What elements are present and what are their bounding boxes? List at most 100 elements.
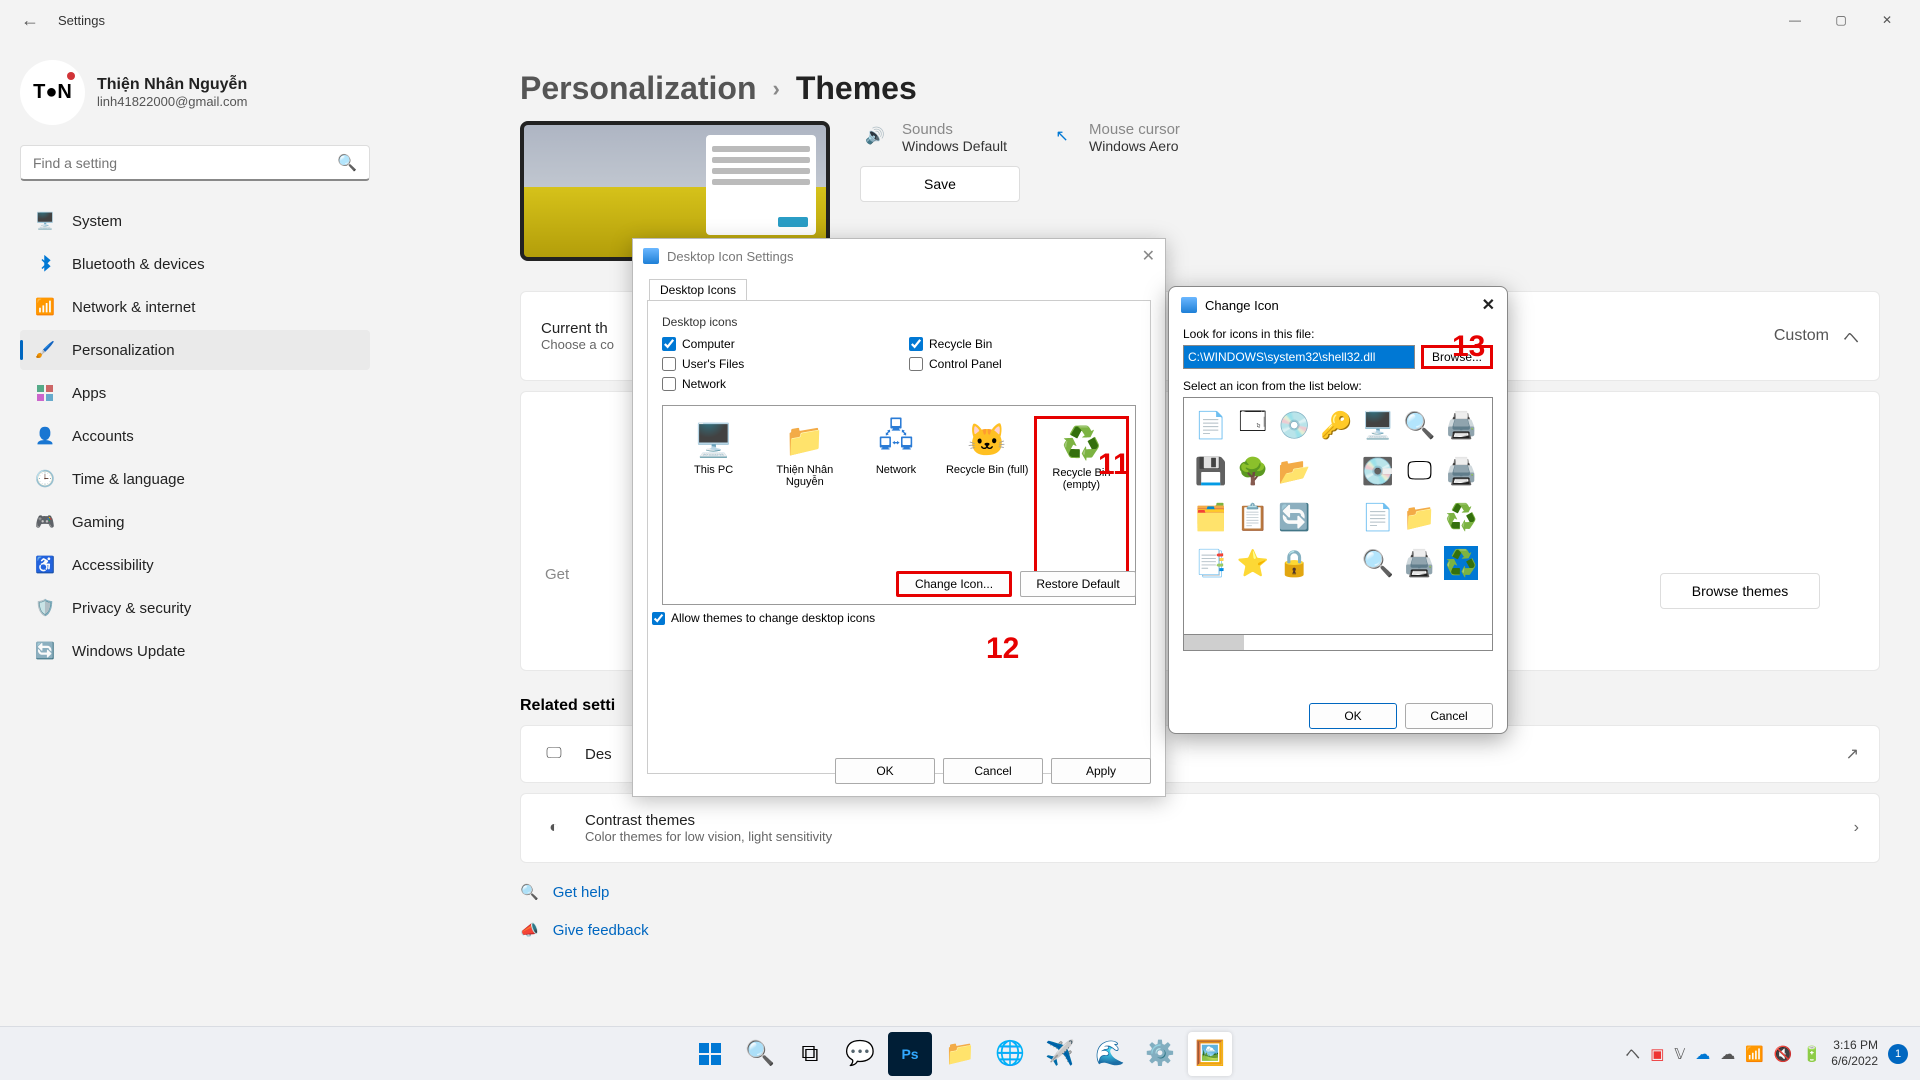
check-control-panel[interactable]: Control Panel [909,357,1136,371]
chevron-up-icon[interactable]: ヘ [1843,324,1859,348]
grid-icon[interactable]: 💽 [1361,454,1395,488]
cancel-button[interactable]: Cancel [1405,703,1493,729]
breadcrumb-parent[interactable]: Personalization [520,70,757,107]
icon-recycle-empty[interactable]: ♻️Recycle Bin (empty) [1034,416,1129,594]
grid-icon[interactable]: 🔍 [1403,408,1437,442]
checkbox-userfiles[interactable] [662,357,676,371]
sidebar-item-time[interactable]: 🕒Time & language [20,459,370,499]
check-computer[interactable]: Computer [662,337,889,351]
sidebar-item-privacy[interactable]: 🛡️Privacy & security [20,588,370,628]
grid-icon[interactable]: ♻️ [1444,500,1478,534]
taskbar-clock[interactable]: 3:16 PM 6/6/2022 [1831,1038,1878,1069]
dialog-close-button[interactable]: ✕ [1142,246,1155,266]
sidebar-item-system[interactable]: 🖥️System [20,201,370,241]
tray-battery-icon[interactable]: 🔋 [1803,1045,1822,1063]
grid-icon[interactable]: 💾 [1194,454,1228,488]
dialog-titlebar[interactable]: Change Icon ✕ [1169,287,1507,323]
checkbox-cpanel[interactable] [909,357,923,371]
grid-icon[interactable]: 🖨️ [1403,546,1437,580]
taskbar-telegram[interactable]: ✈️ [1038,1032,1082,1076]
grid-icon[interactable]: 📁 [1403,500,1437,534]
taskbar-app[interactable]: 🖼️ [1188,1032,1232,1076]
icon-network[interactable]: 🖧Network [851,416,940,594]
sidebar-item-network[interactable]: 📶Network & internet [20,287,370,327]
taskbar-taskview[interactable]: ⧉ [788,1032,832,1076]
tray-weather-icon[interactable]: ☁ [1720,1045,1735,1063]
taskbar-photoshop[interactable]: Ps [888,1032,932,1076]
grid-icon[interactable]: 📄 [1194,408,1228,442]
grid-icon[interactable]: 🖨️ [1444,408,1478,442]
grid-icon[interactable]: 📂 [1277,454,1311,488]
dialog-titlebar[interactable]: Desktop Icon Settings ✕ [633,239,1165,273]
save-button[interactable]: Save [860,166,1020,202]
grid-icon[interactable]: 🗔 [1236,408,1270,442]
checkbox-network[interactable] [662,377,676,391]
close-button[interactable]: ✕ [1864,4,1910,36]
check-users-files[interactable]: User's Files [662,357,889,371]
grid-icon[interactable] [1319,500,1353,534]
sidebar-item-update[interactable]: 🔄Windows Update [20,631,370,671]
sidebar-item-accounts[interactable]: 👤Accounts [20,416,370,456]
taskbar-chrome[interactable]: 🌐 [988,1032,1032,1076]
icon-path-input[interactable]: C:\WINDOWS\system32\shell32.dll [1183,345,1415,369]
sidebar-item-apps[interactable]: Apps [20,373,370,413]
grid-icon[interactable]: 🔍 [1361,546,1395,580]
maximize-button[interactable]: ▢ [1818,4,1864,36]
cancel-button[interactable]: Cancel [943,758,1043,784]
checkbox-computer[interactable] [662,337,676,351]
get-help-link[interactable]: 🔍Get help [520,883,1880,901]
grid-icon[interactable]: ⭐ [1236,546,1270,580]
search-input[interactable] [33,155,337,171]
ok-button[interactable]: OK [835,758,935,784]
grid-icon[interactable] [1319,546,1353,580]
tab-desktop-icons[interactable]: Desktop Icons [649,279,747,300]
apply-button[interactable]: Apply [1051,758,1151,784]
checkbox-recycle[interactable] [909,337,923,351]
grid-icon[interactable]: 🔄 [1277,500,1311,534]
icon-this-pc[interactable]: 🖥️This PC [669,416,758,594]
grid-icon[interactable]: 🖥️ [1361,408,1395,442]
grid-icon[interactable]: 🔑 [1319,408,1353,442]
scrollbar-thumb[interactable] [1184,635,1244,650]
sidebar-item-personalization[interactable]: 🖌️Personalization [20,330,370,370]
cursor-item[interactable]: ↖ Mouse cursorWindows Aero [1047,121,1180,154]
icon-grid-scrollbar[interactable] [1183,635,1493,651]
icon-user-folder[interactable]: 📁Thiện Nhân Nguyễn [760,416,849,594]
restore-default-button[interactable]: Restore Default [1020,571,1136,597]
give-feedback-link[interactable]: 📣Give feedback [520,921,1880,939]
sounds-item[interactable]: 🔊 SoundsWindows Default [860,121,1007,154]
dialog-close-button[interactable]: ✕ [1482,295,1495,315]
taskbar-explorer[interactable]: 📁 [938,1032,982,1076]
allow-themes-check[interactable]: Allow themes to change desktop icons [652,611,875,625]
checkbox-allow-themes[interactable] [652,612,665,625]
tray-icon[interactable]: 𝕍 [1674,1045,1685,1063]
taskbar-teams[interactable]: 💬 [838,1032,882,1076]
grid-icon[interactable]: 🖵 [1403,454,1437,488]
back-button[interactable]: ← [10,10,50,31]
grid-icon-selected[interactable]: ♻️ [1444,546,1478,580]
tray-onedrive-icon[interactable]: ☁ [1695,1045,1710,1063]
search-box[interactable]: 🔍 [20,145,370,181]
browse-button[interactable]: Browse... [1421,345,1493,369]
grid-icon[interactable]: 🔒 [1277,546,1311,580]
change-icon-button[interactable]: Change Icon... [896,571,1012,597]
ok-button[interactable]: OK [1309,703,1397,729]
start-button[interactable] [688,1032,732,1076]
taskbar-settings[interactable]: ⚙️ [1138,1032,1182,1076]
grid-icon[interactable] [1319,454,1353,488]
grid-icon[interactable]: 📑 [1194,546,1228,580]
tray-icon[interactable]: ▣ [1650,1045,1664,1063]
icon-recycle-full[interactable]: 🐱Recycle Bin (full) [943,416,1032,594]
check-network[interactable]: Network [662,377,889,391]
tray-volume-icon[interactable]: 🔇 [1774,1045,1793,1063]
browse-themes-button[interactable]: Browse themes [1660,573,1820,609]
grid-icon[interactable]: 🗂️ [1194,500,1228,534]
taskbar-search[interactable]: 🔍 [738,1032,782,1076]
contrast-themes-card[interactable]: ◐ Contrast themesColor themes for low vi… [520,793,1880,863]
grid-icon[interactable]: 🖨️ [1444,454,1478,488]
grid-icon[interactable]: 🌳 [1236,454,1270,488]
profile[interactable]: T●N Thiện Nhân Nguyễn linh41822000@gmail… [20,60,370,125]
grid-icon[interactable]: 💿 [1277,408,1311,442]
check-recycle-bin[interactable]: Recycle Bin [909,337,1136,351]
grid-icon[interactable]: 📋 [1236,500,1270,534]
